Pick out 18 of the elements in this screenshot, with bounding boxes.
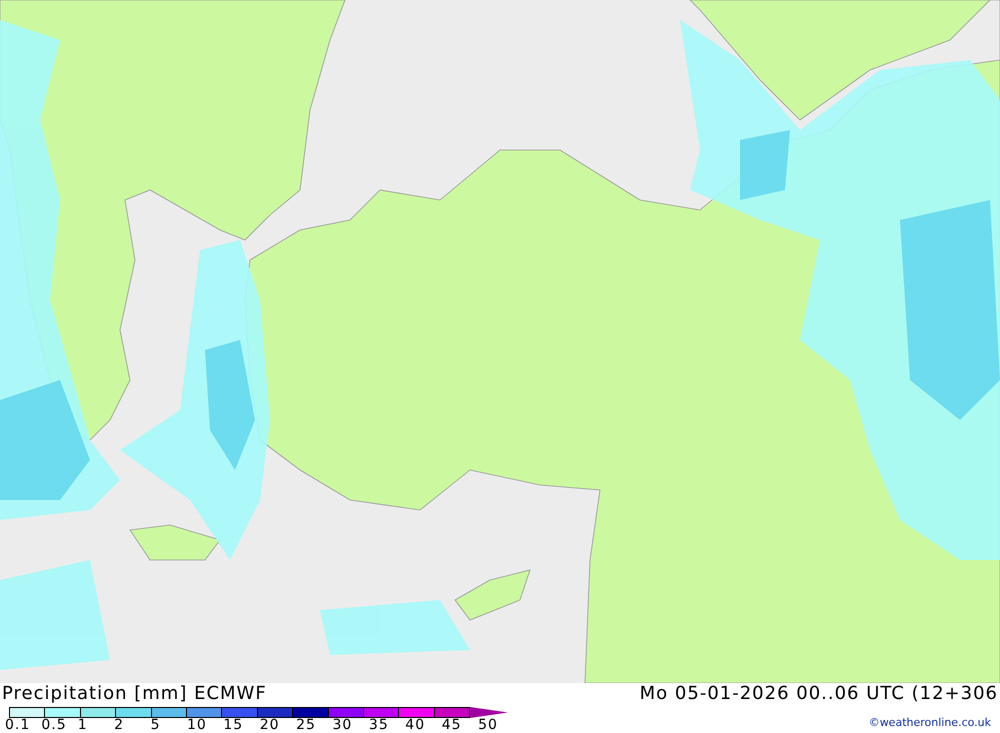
scale-label: 0.1 (5, 718, 30, 732)
scale-label: 0.5 (41, 718, 67, 732)
scale-label: 40 (405, 718, 426, 732)
legend-title: Precipitation [mm] ECMWF (2, 683, 267, 705)
scale-label: 35 (368, 718, 389, 732)
scale-label: 10 (186, 718, 207, 732)
scale-label: 45 (442, 718, 462, 732)
scale-label: 30 (332, 718, 352, 732)
scale-label: 20 (260, 718, 280, 732)
scale-label: 5 (150, 718, 160, 732)
scale-arrow-icon (470, 707, 508, 718)
valid-time: Mo 05-01-2026 00..06 UTC (12+306 (640, 683, 998, 705)
credit-text: ©weatheronline.co.uk (868, 716, 991, 730)
scale-label: 1 (78, 718, 88, 732)
scale-label: 25 (296, 718, 316, 732)
scale-label: 2 (114, 718, 124, 732)
scale-label: 50 (478, 718, 498, 732)
scale-label: 15 (223, 718, 244, 732)
